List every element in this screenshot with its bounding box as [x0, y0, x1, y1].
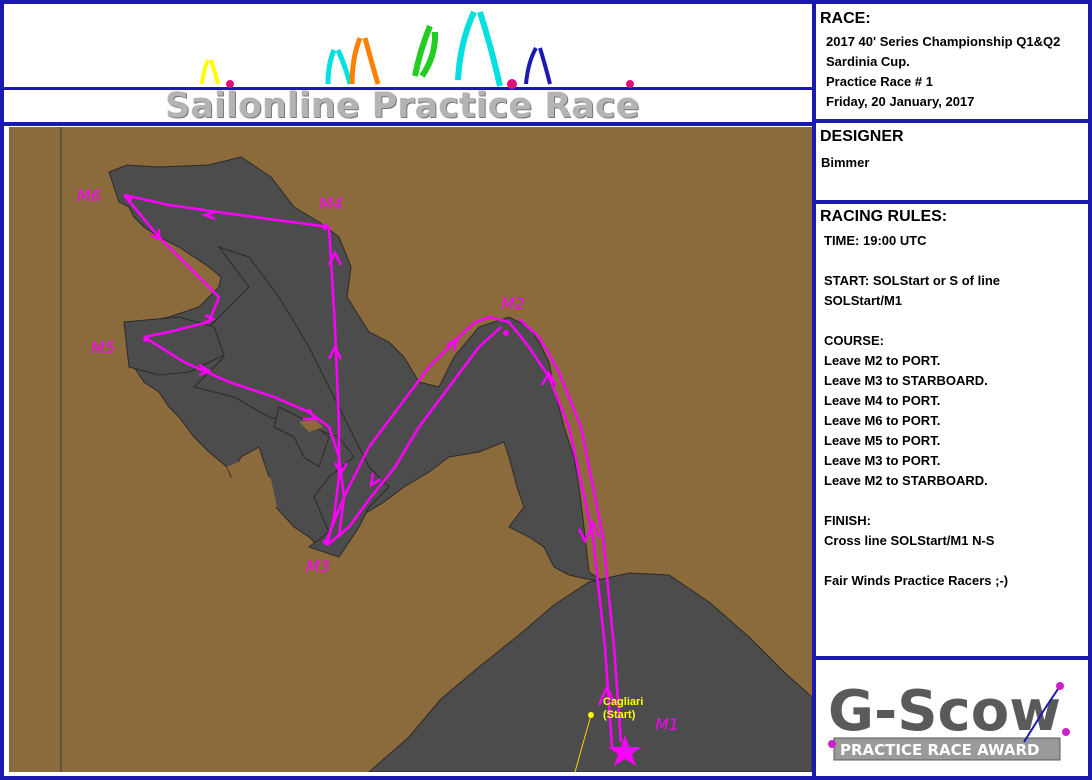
race-heading: RACE:: [820, 10, 871, 27]
rules-course-5: Leave M5 to PORT.: [824, 433, 941, 448]
designer-panel-divider: [816, 200, 1092, 204]
mark-label-m5: M5: [91, 338, 115, 357]
mark-label-m4: M4: [319, 194, 343, 213]
city-label-start: (Start): [603, 709, 636, 721]
race-line-3: Practice Race # 1: [826, 74, 933, 89]
rules-start-2: SOLStart/M1: [824, 293, 903, 308]
race-panel-divider: [816, 119, 1092, 123]
race-line-1: 2017 40' Series Championship Q1&Q2: [826, 34, 1061, 49]
svg-text:G-Scow: G-Scow: [828, 679, 1061, 744]
mark-label-m1: M1: [655, 715, 679, 734]
sailonline-logo: [190, 10, 638, 90]
svg-text:PRACTICE RACE AWARD: PRACTICE RACE AWARD: [840, 741, 1040, 759]
rules-finish: Cross line SOLStart/M1 N-S: [824, 533, 995, 548]
race-line-2: Sardinia Cup.: [826, 54, 910, 69]
rules-course-4: Leave M6 to PORT.: [824, 413, 941, 428]
banner-title: Sailonline Practice Race: [165, 86, 640, 126]
city-label-cagliari: Cagliari: [603, 696, 643, 708]
rules-course-3: Leave M4 to PORT.: [824, 393, 941, 408]
designer-heading: DESIGNER: [820, 128, 904, 145]
rules-course-1: Leave M2 to PORT.: [824, 353, 941, 368]
mark-label-m2: M2: [501, 294, 525, 313]
rules-course-7: Leave M2 to STARBOARD.: [824, 473, 988, 488]
right-panel-divider: [812, 0, 816, 780]
mark-label-m6: M6: [77, 186, 101, 205]
rules-heading: RACING RULES:: [820, 208, 948, 225]
rules-time: TIME: 19:00 UTC: [824, 233, 927, 248]
race-line-4: Friday, 20 January, 2017: [826, 94, 975, 109]
designer-name: Bimmer: [821, 155, 870, 170]
rules-course-2: Leave M3 to STARBOARD.: [824, 373, 988, 388]
g-scow-award-logo: G-Scow PRACTICE RACE AWARD: [827, 678, 1070, 761]
rules-closing: Fair Winds Practice Racers ;-): [824, 573, 1009, 588]
mark-label-m3: M3: [306, 557, 330, 576]
rules-course-6: Leave M3 to PORT.: [824, 453, 941, 468]
rules-finish-heading: FINISH:: [824, 513, 871, 528]
course-map: M1 M2 M3 M4 M5 M6 Cagliari (Start): [9, 127, 812, 772]
rules-start-1: START: SOLStart or S of line: [824, 273, 1000, 288]
rules-course-heading: COURSE:: [824, 333, 884, 348]
cagliari-dot: [588, 712, 594, 718]
rules-panel-divider: [816, 656, 1092, 660]
